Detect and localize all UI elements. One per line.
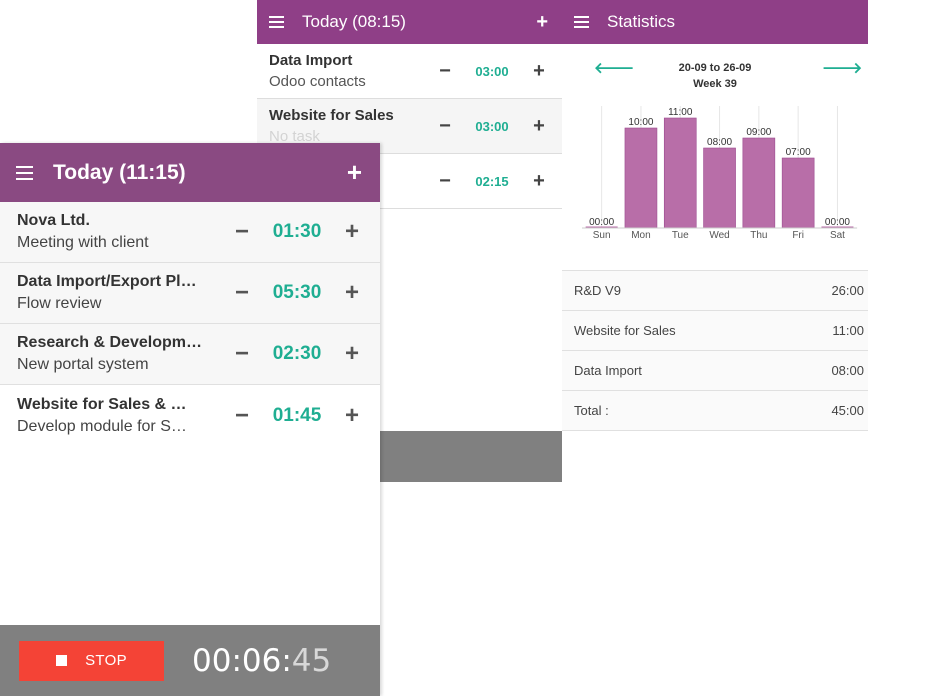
- row-value: 11:00: [832, 323, 864, 338]
- chart-data-label: 09:00: [746, 127, 771, 138]
- minus-icon[interactable]: −: [436, 115, 454, 138]
- row-label: Website for Sales: [574, 323, 676, 338]
- table-row-total: Total : 45:00: [562, 391, 868, 431]
- list-item[interactable]: Data Import Odoo contacts − 03:00 +: [257, 44, 562, 99]
- task-name: Develop module for S…: [17, 417, 187, 435]
- row-label: Total :: [574, 403, 609, 418]
- stop-label: STOP: [85, 652, 127, 669]
- hamburger-icon[interactable]: [16, 165, 33, 180]
- row-value: 26:00: [831, 283, 864, 298]
- plus-icon[interactable]: +: [530, 115, 548, 138]
- timer-footer: STOP 00:06:45: [0, 625, 380, 696]
- chart-data-label: 10:00: [628, 117, 653, 128]
- task-name: New portal system: [17, 356, 149, 373]
- list-item[interactable]: Nova Ltd. Meeting with client − 01:30 +: [0, 202, 380, 263]
- minus-icon[interactable]: −: [232, 340, 252, 368]
- statistics-screen: Statistics 🡐 20-09 to 26-09 Week 39 🡒 00…: [562, 0, 868, 440]
- list-item[interactable]: Research & Developm… New portal system −…: [0, 324, 380, 385]
- task-name: Odoo contacts: [269, 73, 366, 90]
- chart-data-label: 07:00: [786, 147, 811, 158]
- project-name: Website for Sales & …: [17, 395, 187, 413]
- project-name: Website for Sales: [269, 107, 394, 124]
- app-header: Statistics: [562, 0, 868, 44]
- chart-tick-label: Fri: [792, 230, 804, 241]
- row-value: 08:00: [831, 363, 864, 378]
- list-item[interactable]: Data Import/Export Pl… Flow review − 05:…: [0, 263, 380, 324]
- duration: 03:00: [475, 118, 509, 134]
- hamburger-icon[interactable]: [269, 16, 284, 28]
- project-name: Research & Developm…: [17, 334, 202, 351]
- timer-main: 00:06:: [192, 642, 292, 679]
- duration: 03:00: [475, 63, 509, 79]
- timesheet-list: Nova Ltd. Meeting with client − 01:30 + …: [0, 202, 380, 446]
- chart-tick-label: Wed: [709, 230, 729, 241]
- arrow-right-icon[interactable]: 🡒: [822, 58, 862, 77]
- duration: 02:30: [272, 343, 322, 364]
- row-label: Data Import: [574, 363, 642, 378]
- minus-icon[interactable]: −: [436, 60, 454, 83]
- duration: 05:30: [272, 282, 322, 303]
- add-entry-icon[interactable]: +: [536, 11, 548, 34]
- add-entry-icon[interactable]: +: [347, 157, 362, 188]
- chart-tick-label: Sat: [830, 230, 845, 241]
- row-value: 45:00: [831, 403, 864, 418]
- chart-bar: [624, 127, 658, 229]
- page-title: Today (08:15): [302, 12, 406, 31]
- table-row: Website for Sales 11:00: [562, 311, 868, 351]
- stop-square-icon: [56, 655, 68, 666]
- chart-data-label: 08:00: [707, 137, 732, 148]
- running-timer: 00:06:45: [192, 643, 331, 679]
- week-navigator: 🡐 20-09 to 26-09 Week 39 🡒: [562, 44, 868, 96]
- chart-tick-label: Sun: [593, 230, 611, 241]
- chart-data-label: 11:00: [668, 107, 693, 118]
- task-name: Meeting with client: [17, 234, 149, 251]
- minus-icon[interactable]: −: [232, 279, 252, 307]
- page-title: Today (11:15): [53, 160, 186, 184]
- plus-icon[interactable]: +: [530, 170, 548, 193]
- chart-data-label: 00:00: [589, 217, 614, 228]
- app-header: Today (08:15) +: [257, 0, 562, 44]
- hamburger-icon[interactable]: [574, 16, 589, 28]
- chart-bar: [703, 147, 736, 229]
- stop-button[interactable]: STOP: [19, 640, 164, 681]
- duration: 01:30: [272, 221, 322, 242]
- week-label: Week 39: [693, 78, 737, 90]
- duration: 01:45: [272, 404, 322, 426]
- chart-tick-label: Thu: [750, 230, 767, 241]
- chart-tick-label: Tue: [672, 230, 689, 241]
- table-row: Data Import 08:00: [562, 351, 868, 391]
- duration: 02:15: [475, 173, 509, 189]
- chart-tick-label: Mon: [631, 230, 650, 241]
- chart-data-label: 00:00: [825, 217, 850, 228]
- plus-icon[interactable]: +: [342, 218, 362, 246]
- timer-seconds: 45: [291, 642, 332, 679]
- plus-icon[interactable]: +: [530, 60, 548, 83]
- project-name: Nova Ltd.: [17, 212, 90, 229]
- page-title: Statistics: [607, 12, 676, 31]
- minus-icon[interactable]: −: [232, 218, 252, 246]
- project-name: Data Import/Export Pl…: [17, 273, 197, 290]
- today-screen-front: Today (11:15) + Nova Ltd. Meeting with c…: [0, 143, 380, 696]
- weekly-bar-chart: 00:00 Sun 10:00 Mon 11:00 Tue 08:00 Wed 09:00 Thu…: [582, 106, 858, 241]
- app-header: Today (11:15) +: [0, 143, 380, 202]
- list-item[interactable]: Website for Sales & … Develop module for…: [0, 385, 380, 446]
- table-row: R&D V9 26:00: [562, 271, 868, 311]
- task-name: Flow review: [17, 295, 102, 312]
- plus-icon[interactable]: +: [342, 402, 362, 430]
- stats-table: R&D V9 26:00 Website for Sales 11:00 Dat…: [562, 270, 868, 431]
- plus-icon[interactable]: +: [342, 279, 362, 307]
- minus-icon[interactable]: −: [232, 402, 252, 430]
- chart-bar: [781, 157, 815, 229]
- minus-icon[interactable]: −: [436, 170, 454, 193]
- chart-bar: [663, 117, 697, 229]
- plus-icon[interactable]: +: [342, 340, 362, 368]
- row-label: R&D V9: [574, 283, 621, 298]
- project-name: Data Import: [269, 52, 353, 69]
- chart-bar: [742, 137, 776, 229]
